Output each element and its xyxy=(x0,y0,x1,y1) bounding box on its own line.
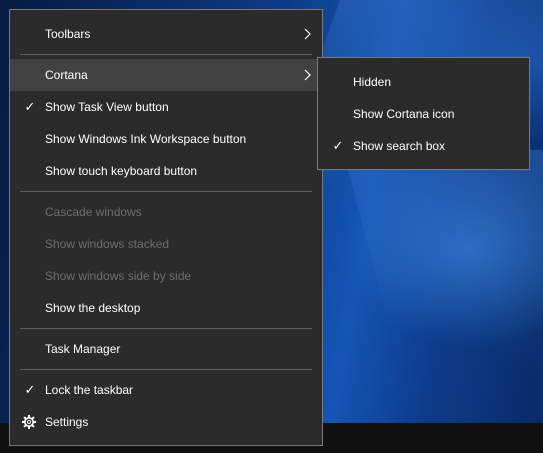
menu-item-label: Cascade windows xyxy=(45,205,142,219)
menu-item-show-windows-ink-workspace-button[interactable]: Show Windows Ink Workspace button xyxy=(10,123,322,155)
menu-item-settings[interactable]: Settings xyxy=(10,406,322,438)
menu-item-label: Show Windows Ink Workspace button xyxy=(45,132,247,146)
menu-item-cascade-windows: Cascade windows xyxy=(10,196,322,228)
menu-item-label: Task Manager xyxy=(45,342,121,356)
checkmark-icon: ✓ xyxy=(24,99,36,114)
menu-item-show-windows-stacked: Show windows stacked xyxy=(10,228,322,260)
menu-item-cortana[interactable]: Cortana xyxy=(10,59,322,91)
checkmark-icon: ✓ xyxy=(24,382,36,397)
cortana-submenu: Hidden Show Cortana icon ✓ Show search b… xyxy=(317,57,530,170)
menu-item-show-task-view-button[interactable]: ✓ Show Task View button xyxy=(10,91,322,123)
menu-item-lock-the-taskbar[interactable]: ✓ Lock the taskbar xyxy=(10,374,322,406)
submenu-item-show-search-box[interactable]: ✓ Show search box xyxy=(318,130,529,162)
menu-item-task-manager[interactable]: Task Manager xyxy=(10,333,322,365)
menu-separator xyxy=(20,328,312,329)
menu-item-label: Settings xyxy=(45,415,89,429)
menu-item-label: Toolbars xyxy=(45,27,91,41)
menu-item-label: Show Task View button xyxy=(45,100,169,114)
menu-item-show-the-desktop[interactable]: Show the desktop xyxy=(10,292,322,324)
submenu-item-label: Show search box xyxy=(353,139,446,153)
menu-item-toolbars[interactable]: Toolbars xyxy=(10,18,322,50)
menu-item-show-touch-keyboard-button[interactable]: Show touch keyboard button xyxy=(10,155,322,187)
checkmark-icon: ✓ xyxy=(332,138,344,153)
menu-separator xyxy=(20,54,312,55)
menu-item-label: Show touch keyboard button xyxy=(45,164,198,178)
menu-separator xyxy=(20,191,312,192)
submenu-item-hidden[interactable]: Hidden xyxy=(318,66,529,98)
wallpaper-light-beam xyxy=(342,150,543,430)
taskbar-context-menu: Toolbars Cortana ✓ Show Task View button… xyxy=(9,9,323,446)
submenu-item-show-cortana-icon[interactable]: Show Cortana icon xyxy=(318,98,529,130)
menu-item-label: Cortana xyxy=(45,68,88,82)
chevron-right-icon xyxy=(304,69,311,81)
menu-item-label: Show the desktop xyxy=(45,301,141,315)
menu-item-label: Show windows stacked xyxy=(45,237,170,251)
menu-item-show-windows-side-by-side: Show windows side by side xyxy=(10,260,322,292)
gear-icon xyxy=(22,415,36,429)
menu-item-label: Lock the taskbar xyxy=(45,383,134,397)
menu-separator xyxy=(20,369,312,370)
chevron-right-icon xyxy=(304,28,311,40)
submenu-item-label: Hidden xyxy=(353,75,392,89)
submenu-item-label: Show Cortana icon xyxy=(353,107,455,121)
menu-item-label: Show windows side by side xyxy=(45,269,192,283)
